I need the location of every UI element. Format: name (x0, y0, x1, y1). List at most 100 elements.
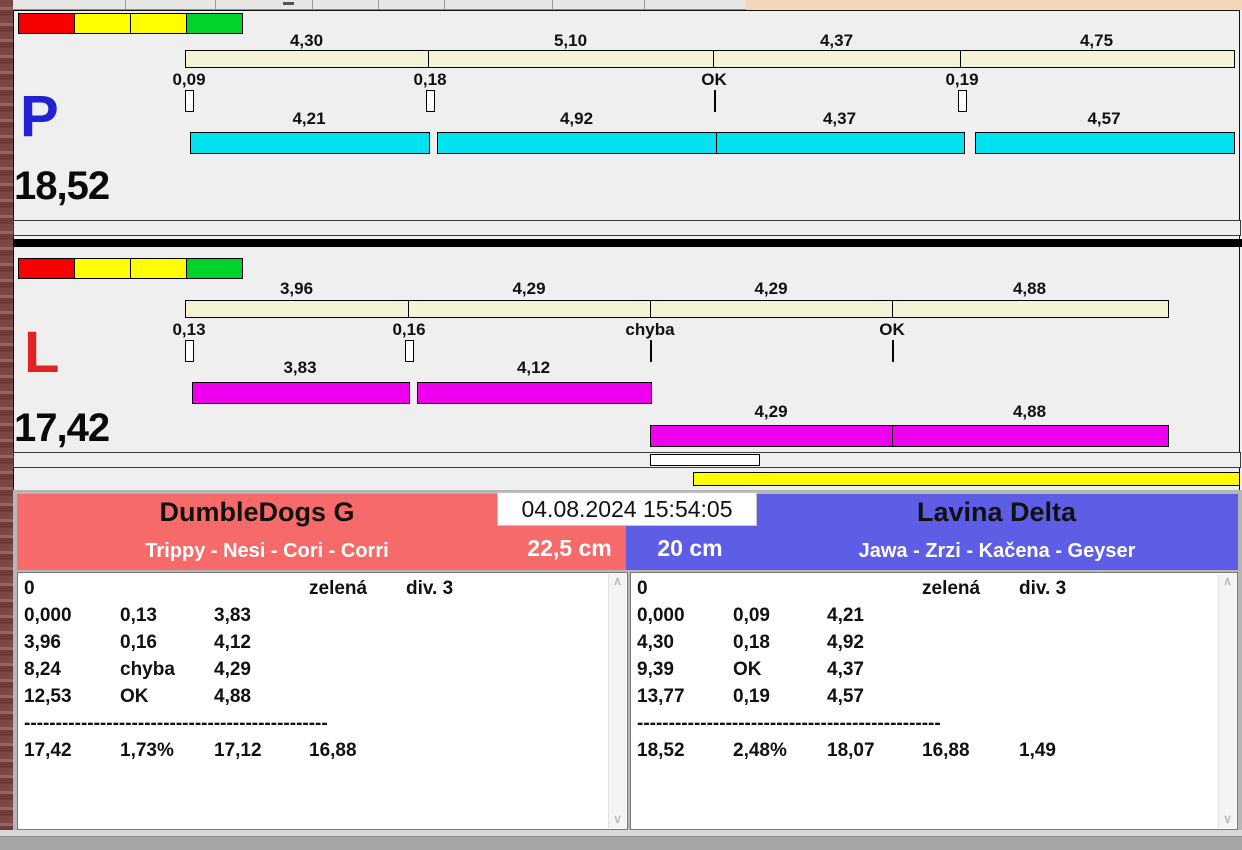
result-cell: 16,88 (922, 740, 970, 761)
team-name-left: DumbleDogs G (159, 497, 355, 527)
interval-label: 4,75 (1079, 31, 1114, 50)
result-cell: div. 3 (1019, 578, 1067, 599)
mark-label: chyba (625, 320, 675, 339)
result-cell: 1,73% (120, 740, 174, 761)
interval-divider (713, 50, 714, 68)
result-cell: 4,92 (827, 632, 864, 653)
lane-letter-P: P (20, 84, 59, 149)
result-row: 8,24 chyba 4,29 (24, 659, 603, 686)
result-cell: OK (733, 659, 762, 680)
result-cell: div. 3 (406, 578, 454, 599)
result-row: 3,96 0,16 4,12 (24, 632, 603, 659)
interval-label: 4,30 (289, 31, 324, 50)
aux-bar (693, 472, 1240, 486)
run-label: 4,21 (292, 109, 326, 128)
interval-label: 3,96 (279, 279, 314, 298)
results-list-right[interactable]: 0 zelená div. 3 0,000 0,09 4,21 4,30 0,18 4,92 9,… (630, 572, 1238, 830)
result-cell: 1,49 (1019, 740, 1056, 761)
run-bar (650, 425, 894, 447)
results-list-left[interactable]: 0 zelená div. 3 0,000 0,13 3,83 3,96 0,16 4,12 8,… (17, 572, 628, 830)
result-cell: 18,07 (827, 740, 875, 761)
datetime-display: 04.08.2024 15:54:05 (497, 492, 757, 526)
result-cell: 4,29 (214, 659, 251, 680)
result-row: 0,000 0,09 4,21 (637, 605, 1213, 632)
lane-total-P: 18,52 (14, 164, 110, 208)
flyball-timer-screen: 4,30 5,10 4,37 4,75 0,09 0,18 OK 0,19 P 18,52 4,21… (0, 0, 1242, 850)
interval-divider (650, 300, 651, 318)
result-cell: ----------------------------------------… (637, 713, 941, 734)
scrollbar-left[interactable]: ∧ ∨ (608, 574, 626, 828)
run-label: 3,83 (283, 358, 317, 377)
scroll-down-icon[interactable]: ∨ (609, 812, 626, 828)
run-label: 4,29 (754, 402, 788, 421)
result-cell: chyba (120, 659, 175, 680)
result-cell: zelená (309, 578, 368, 599)
run-bar (975, 132, 1235, 154)
start-light-cell (131, 14, 186, 33)
interval-divider (960, 50, 961, 68)
result-cell: 4,21 (827, 605, 864, 626)
result-row: 0 zelená div. 3 (637, 578, 1213, 605)
jump-height-right: 20 cm (657, 535, 723, 561)
run-label: 4,37 (822, 109, 857, 128)
result-cell: 0,13 (120, 605, 157, 626)
result-cell: 16,88 (309, 740, 357, 761)
result-cell: ----------------------------------------… (24, 713, 328, 734)
mark-label: 0,13 (172, 320, 206, 339)
timing-panel: 4,30 5,10 4,37 4,75 0,09 0,18 OK 0,19 P 18,52 4,21… (0, 0, 1242, 490)
run-bar (437, 132, 718, 154)
start-light-cell (75, 14, 130, 33)
run-bar (192, 382, 410, 404)
mark-label: 0,19 (945, 70, 979, 89)
result-cell: 2,48% (733, 740, 787, 761)
bottom-status-strip (0, 836, 1242, 850)
run-label: 4,92 (559, 109, 594, 128)
result-cell: 18,52 (637, 740, 685, 761)
start-light-L (18, 258, 243, 279)
result-cell: 8,24 (24, 659, 61, 680)
lane-total-L: 17,42 (14, 406, 110, 450)
result-cell: 4,88 (214, 686, 251, 707)
result-cell: 3,96 (24, 632, 61, 653)
result-cell: 0,18 (733, 632, 770, 653)
result-row: 9,39 OK 4,37 (637, 659, 1213, 686)
scroll-up-icon[interactable]: ∧ (1219, 574, 1236, 590)
aux-bar (650, 454, 760, 466)
result-row: ----------------------------------------… (637, 713, 1213, 740)
team-dogs-left: Trippy - Nesi - Cori - Corri (145, 540, 389, 562)
results-rows-right: 0 zelená div. 3 0,000 0,09 4,21 4,30 0,18 4,92 9,… (637, 578, 1213, 827)
result-cell: 4,57 (827, 686, 864, 707)
result-row: 13,77 0,19 4,57 (637, 686, 1213, 713)
mark-label: 0,16 (392, 320, 426, 339)
mark-line (892, 340, 894, 362)
result-cell: 0,09 (733, 605, 770, 626)
result-cell: 0,000 (637, 605, 685, 626)
scrollbar-right[interactable]: ∧ ∨ (1218, 574, 1236, 828)
result-cell: OK (120, 686, 149, 707)
result-row: 12,53 OK 4,88 (24, 686, 603, 713)
start-light-cell (19, 14, 74, 33)
run-bar (417, 382, 652, 404)
run-bar (716, 132, 965, 154)
interval-divider (892, 300, 893, 318)
result-cell: 0 (24, 578, 35, 599)
team-name-right: Lavina Delta (916, 497, 1077, 527)
run-label: 4,57 (1087, 109, 1121, 128)
result-row: 18,52 2,48% 18,07 16,88 1,49 (637, 740, 1213, 767)
interval-divider (428, 50, 429, 68)
mark-label: OK (701, 70, 727, 89)
mark-label: 0,18 (413, 70, 447, 89)
result-cell: 12,53 (24, 686, 72, 707)
start-light-cell (131, 259, 186, 278)
scroll-up-icon[interactable]: ∧ (609, 574, 626, 590)
mark-line (650, 340, 652, 362)
start-light-cell (19, 259, 74, 278)
result-row: 0 zelená div. 3 (24, 578, 603, 605)
result-cell: 17,12 (214, 740, 262, 761)
start-light-cell (187, 259, 242, 278)
scroll-down-icon[interactable]: ∨ (1219, 812, 1236, 828)
results-rows-left: 0 zelená div. 3 0,000 0,13 3,83 3,96 0,16 4,12 8,… (24, 578, 603, 827)
result-cell: 0,19 (733, 686, 770, 707)
jump-height-left: 22,5 cm (527, 535, 612, 561)
result-cell: 3,83 (214, 605, 251, 626)
